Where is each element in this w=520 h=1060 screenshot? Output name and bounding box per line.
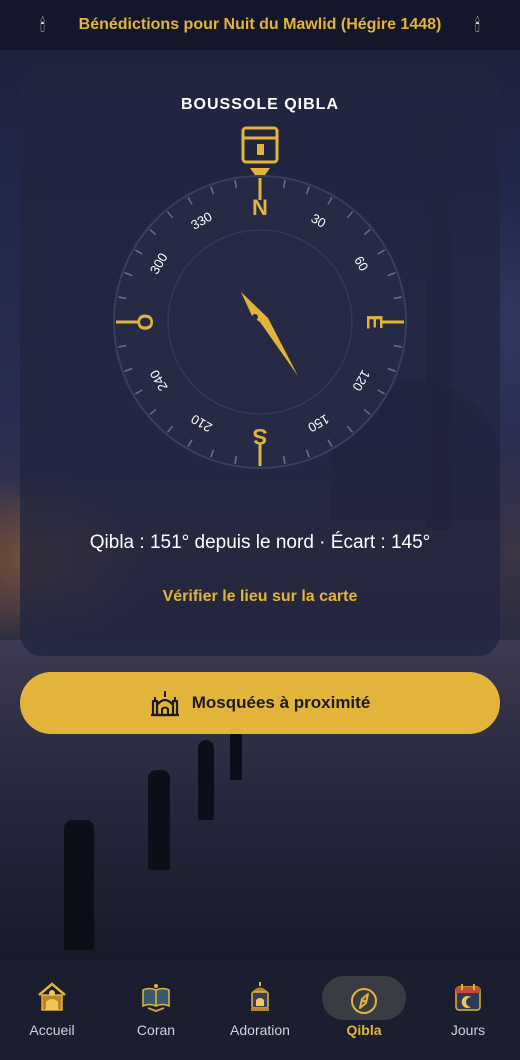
kaaba-icon: [241, 126, 279, 182]
qibla-compass: 30 60 120 150 210 240 300 330 N E S O: [104, 120, 416, 470]
nav-item-qibla[interactable]: Qibla: [312, 962, 416, 1060]
bottom-navigation: Accueil Coran Adoration Qibla Jours: [0, 962, 520, 1060]
lantern-icon: [251, 982, 269, 1011]
verify-map-link[interactable]: Vérifier le lieu sur la carte: [20, 588, 500, 606]
cardinal-north: N: [252, 195, 268, 220]
nav-item-coran[interactable]: Coran: [104, 962, 208, 1060]
nav-label-accueil: Accueil: [29, 1022, 75, 1038]
nav-item-accueil[interactable]: Accueil: [0, 962, 104, 1060]
nav-item-adoration[interactable]: Adoration: [208, 962, 312, 1060]
candle-icon: 🕯: [474, 14, 480, 35]
cardinal-west: O: [133, 313, 158, 330]
nearby-mosques-button[interactable]: Mosquées à proximité: [20, 672, 500, 734]
nearby-mosques-label: Mosquées à proximité: [191, 693, 371, 712]
compass-title: BOUSSOLE QIBLA: [180, 96, 339, 113]
nav-label-qibla: Qibla: [346, 1022, 382, 1038]
calendar-icon: [455, 984, 481, 1011]
banner-title: Bénédictions pour Nuit du Mawlid (Hégire…: [78, 16, 442, 33]
quran-icon: [142, 984, 170, 1013]
mosque-icon: [150, 691, 179, 717]
cardinal-south: S: [253, 424, 268, 449]
event-banner[interactable]: 🕯 Bénédictions pour Nuit du Mawlid (Hégi…: [0, 0, 520, 50]
compass-icon: [351, 988, 377, 1014]
cardinal-east: E: [362, 315, 387, 330]
nav-item-jours[interactable]: Jours: [416, 962, 520, 1060]
qibla-direction-text: Qibla : 151° depuis le nord · Écart : 14…: [89, 532, 431, 553]
nav-label-jours: Jours: [450, 1022, 486, 1038]
nav-label-coran: Coran: [136, 1022, 176, 1038]
nav-label-adoration: Adoration: [230, 1022, 290, 1038]
home-mosque-icon: [38, 982, 66, 1011]
qibla-card: BOUSSOLE QIBLA 30 60 120 150 210 240 300 330 N …: [20, 70, 500, 656]
candle-icon: 🕯: [40, 14, 46, 35]
